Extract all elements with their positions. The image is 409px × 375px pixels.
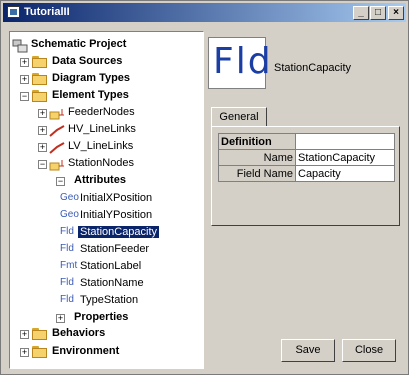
expand-icon[interactable]: +	[56, 314, 65, 323]
node-type-icon	[49, 107, 65, 120]
attr-label: StationName	[80, 277, 144, 289]
expand-icon[interactable]: +	[38, 143, 47, 152]
tab-general[interactable]: General	[211, 107, 267, 127]
expand-icon[interactable]: +	[38, 126, 47, 135]
folder-icon	[32, 328, 48, 340]
attr-label: StationCapacity	[78, 226, 160, 238]
tree-label: Data Sources	[52, 55, 123, 67]
property-key: Name	[218, 149, 296, 166]
project-tree[interactable]: Schematic Project + Data Sources + Diagr…	[9, 31, 204, 369]
folder-icon	[32, 346, 48, 358]
tree-label: Properties	[74, 311, 129, 323]
geo-tag-icon: Geo	[60, 192, 79, 203]
tree-label: Environment	[52, 345, 120, 357]
tree-label: HV_LineLinks	[68, 123, 136, 135]
general-tab-panel: Definition Name StationCapacity Field Na…	[211, 126, 400, 226]
attr-label: StationLabel	[80, 260, 142, 272]
tree-root-label: Schematic Project	[31, 38, 127, 50]
folder-icon	[32, 56, 48, 68]
detail-title: StationCapacity	[274, 62, 352, 74]
attr-label: StationFeeder	[80, 243, 150, 255]
close-window-button[interactable]: ×	[388, 6, 404, 20]
fld-tag-icon: Fld	[60, 294, 74, 305]
geo-tag-icon: Geo	[60, 209, 79, 220]
tree-label: FeederNodes	[68, 106, 135, 118]
expand-icon[interactable]: +	[38, 109, 47, 118]
property-key: Field Name	[218, 165, 296, 182]
collapse-icon[interactable]: −	[20, 92, 29, 101]
folder-icon	[32, 73, 48, 85]
attr-label: TypeStation	[80, 294, 139, 306]
save-button[interactable]: Save	[281, 339, 335, 362]
app-window: TutorialII _ □ × Schematic Project + Dat…	[0, 0, 409, 375]
minimize-button[interactable]: _	[353, 6, 369, 20]
node-type-icon	[49, 158, 65, 171]
tree-label: LV_LineLinks	[68, 140, 134, 152]
link-type-icon	[49, 124, 65, 137]
definition-header: Definition	[218, 133, 296, 150]
window-title: TutorialII	[24, 6, 70, 18]
title-bar[interactable]: TutorialII _ □ ×	[3, 3, 406, 22]
field-type-icon-text: Fld	[213, 41, 273, 82]
tree-label: Diagram Types	[52, 72, 131, 84]
attr-label: InitialXPosition	[80, 192, 153, 204]
collapse-icon[interactable]: −	[38, 160, 47, 169]
tree-label: Attributes	[74, 174, 126, 186]
expand-icon[interactable]: +	[20, 75, 29, 84]
app-icon	[7, 6, 20, 18]
maximize-button[interactable]: □	[370, 6, 386, 20]
field-type-icon: Fld	[208, 37, 271, 89]
detail-pane: Fld StationCapacity General Definition N…	[208, 31, 400, 367]
attr-label: InitialYPosition	[80, 209, 153, 221]
collapse-icon[interactable]: −	[56, 177, 65, 186]
fld-tag-icon: Fld	[60, 277, 74, 288]
open-folder-icon	[32, 90, 48, 102]
link-type-icon	[49, 141, 65, 154]
fld-tag-icon: Fld	[60, 243, 74, 254]
property-value-field-name[interactable]: Capacity	[295, 165, 395, 182]
tree-label: Behaviors	[52, 327, 106, 339]
project-icon	[12, 39, 28, 53]
tree-label: StationNodes	[68, 157, 135, 169]
definition-header-empty	[295, 133, 395, 150]
expand-icon[interactable]: +	[20, 330, 29, 339]
close-button[interactable]: Close	[342, 339, 396, 362]
fld-tag-icon: Fld	[60, 226, 74, 237]
property-value-name[interactable]: StationCapacity	[295, 149, 395, 166]
fmt-tag-icon: Fmt	[60, 260, 78, 271]
tree-label: Element Types	[52, 89, 129, 101]
expand-icon[interactable]: +	[20, 58, 29, 67]
expand-icon[interactable]: +	[20, 348, 29, 357]
property-grid: Definition Name StationCapacity Field Na…	[218, 133, 395, 182]
